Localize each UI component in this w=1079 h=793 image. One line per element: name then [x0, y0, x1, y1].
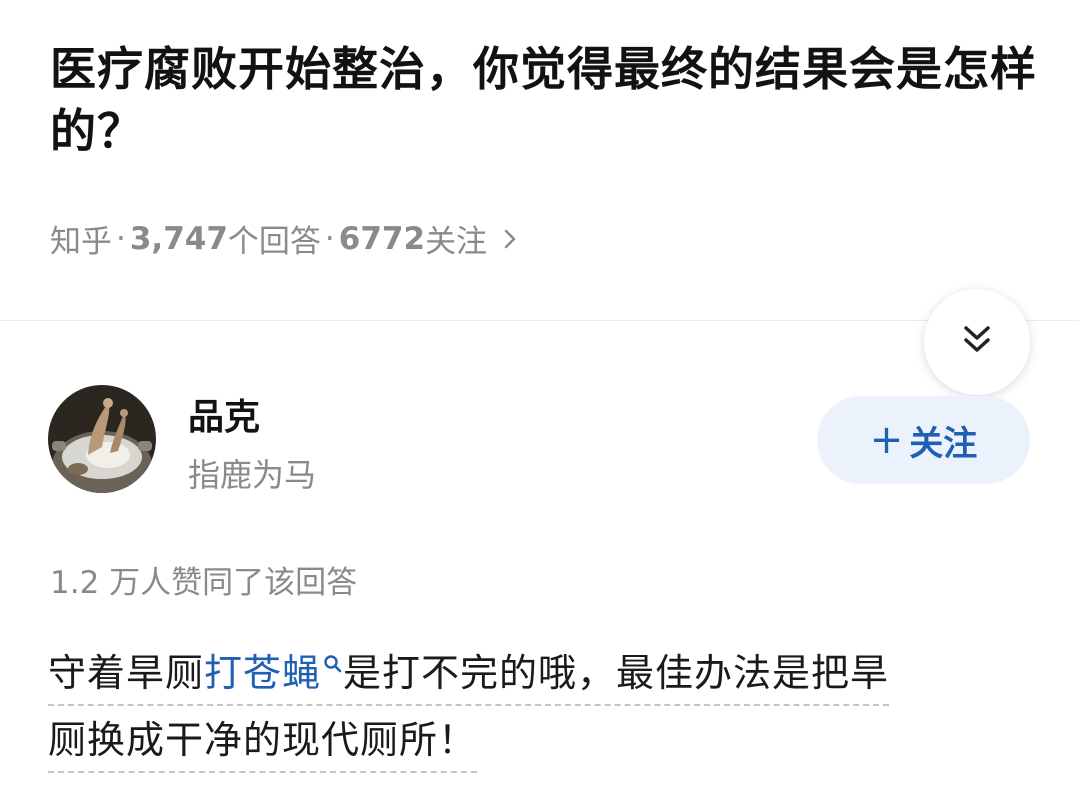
keyword-link[interactable]: 打苍蝇 [204, 651, 343, 695]
collapse-button[interactable] [924, 289, 1030, 395]
double-chevron-down-icon [960, 323, 994, 361]
answer-line-2: 厕换成干净的现代厕所！ [48, 711, 478, 773]
question-meta[interactable]: 知乎 · 3,747 个回答 · 6772 关注 [50, 216, 517, 261]
answer-count-label: 个回答 [227, 224, 321, 260]
follow-button[interactable]: + 关注 [817, 396, 1030, 484]
upvote-count: 1.2 万人赞同了该回答 [50, 565, 358, 601]
section-divider [0, 320, 1079, 321]
avatar[interactable] [48, 385, 156, 493]
keyword-text: 打苍蝇 [204, 651, 322, 695]
author-bio: 指鹿为马 [188, 456, 317, 494]
plus-icon: + [869, 417, 904, 463]
chevron-right-icon[interactable] [503, 228, 517, 250]
source-label: 知乎 [50, 224, 112, 260]
answer-text: 是打不完的哦，最佳办法是把旱 [343, 651, 890, 695]
answer-line-1: 守着旱厕打苍蝇 是打不完的哦，最佳办法是把旱 [48, 644, 890, 706]
follower-count: 6772 [338, 220, 426, 257]
answer-text: 厕换成干净的现代厕所！ [48, 718, 478, 762]
separator: · [116, 220, 126, 257]
author-name[interactable]: 品克 [188, 388, 260, 440]
follow-label: 关注 [909, 423, 978, 464]
separator: · [324, 220, 335, 257]
answer-text: 守着旱厕 [48, 651, 205, 695]
search-icon [324, 655, 342, 673]
follower-count-label: 关注 [425, 224, 488, 260]
answer-count: 3,747 [129, 220, 228, 257]
answer-content[interactable]: 守着旱厕打苍蝇 是打不完的哦，最佳办法是把旱 厕换成干净的现代厕所！ [48, 640, 1038, 774]
question-title: 医疗腐败开始整治，你觉得最终的结果会是怎样的？ [50, 42, 1037, 158]
